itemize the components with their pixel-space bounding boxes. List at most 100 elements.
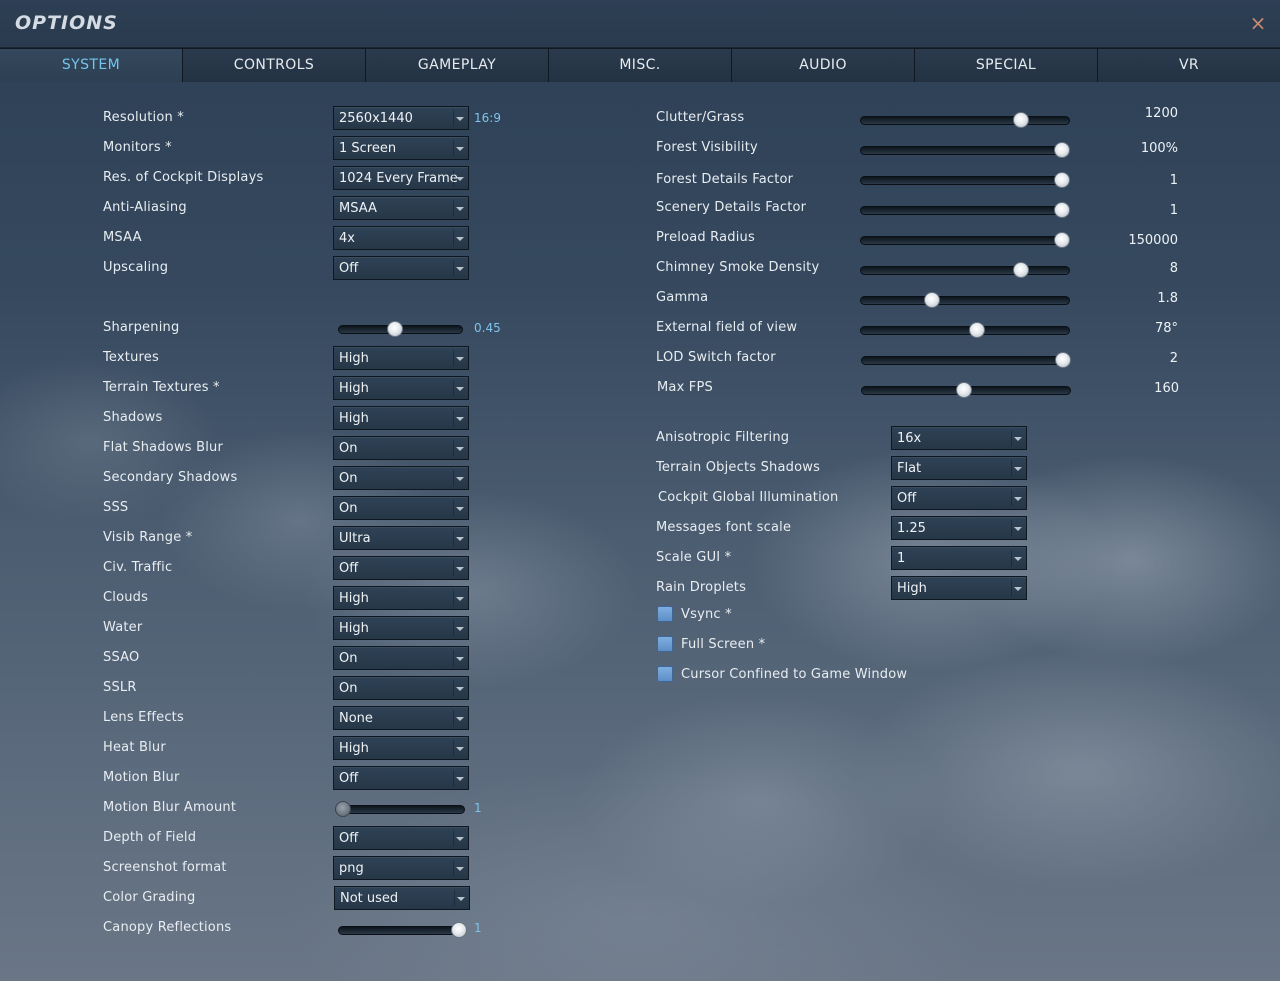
clutter-grass-slider[interactable] (860, 110, 1070, 130)
lod-switch-factor-slider[interactable] (861, 350, 1071, 370)
close-icon[interactable]: × (1248, 12, 1268, 34)
chevron-down-icon (456, 537, 464, 541)
dropdown-value: 1.25 (897, 521, 926, 536)
motion-blur-dropdown[interactable]: Off (333, 766, 469, 790)
water-dropdown[interactable]: High (333, 616, 469, 640)
motion-blur-amount-slider[interactable] (335, 799, 465, 819)
dropdown-value: High (897, 581, 927, 596)
slider-thumb[interactable] (387, 321, 404, 337)
visib-range-dropdown[interactable]: Ultra (333, 526, 469, 550)
tab-special[interactable]: SPECIAL (914, 48, 1097, 82)
forest-details-factor-slider[interactable] (860, 170, 1070, 190)
slider-thumb[interactable] (1054, 232, 1070, 248)
shadows-dropdown[interactable]: High (333, 406, 469, 430)
dropdown-value: 16x (897, 431, 922, 446)
tab-gameplay[interactable]: GAMEPLAY (365, 48, 548, 82)
motion-blur-amount-value: 1 (474, 801, 482, 815)
max-fps-slider[interactable] (861, 380, 1071, 400)
tab-vr[interactable]: VR (1097, 48, 1280, 82)
vsync-checkbox[interactable] (657, 606, 673, 622)
cursor-confined-checkbox[interactable] (657, 666, 673, 682)
slider-thumb[interactable] (1054, 142, 1070, 158)
color-grading-dropdown[interactable]: Not used (334, 886, 470, 910)
external-fov-value: 78° (1154, 321, 1178, 336)
resolution-dropdown[interactable]: 2560x1440 (333, 106, 469, 130)
anti-aliasing-dropdown[interactable]: MSAA (333, 196, 469, 220)
slider-thumb[interactable] (1055, 352, 1071, 368)
tab-controls[interactable]: CONTROLS (182, 48, 365, 82)
flat-shadows-blur-dropdown[interactable]: On (333, 436, 469, 460)
dropdown-value: 1 (897, 551, 906, 566)
flat-shadows-blur-label: Flat Shadows Blur (103, 440, 224, 455)
terrain-textures-dropdown[interactable]: High (333, 376, 469, 400)
secondary-shadows-dropdown[interactable]: On (333, 466, 469, 490)
slider-thumb[interactable] (1054, 202, 1070, 218)
dropdown-value: MSAA (339, 201, 377, 216)
sslr-dropdown[interactable]: On (333, 676, 469, 700)
external-fov-slider[interactable] (860, 320, 1070, 340)
chevron-down-icon (1014, 467, 1022, 471)
screenshot-format-dropdown[interactable]: png (333, 856, 469, 880)
msaa-dropdown[interactable]: 4x (333, 226, 469, 250)
messages-font-scale-dropdown[interactable]: 1.25 (891, 516, 1027, 540)
dropdown-value: Not used (340, 891, 399, 906)
rain-droplets-dropdown[interactable]: High (891, 576, 1027, 600)
sss-dropdown[interactable]: On (333, 496, 469, 520)
scale-gui-dropdown[interactable]: 1 (891, 546, 1027, 570)
slider-thumb[interactable] (924, 292, 941, 308)
dropdown-value: 4x (339, 231, 355, 246)
monitors-dropdown[interactable]: 1 Screen (333, 136, 469, 160)
scenery-details-factor-slider[interactable] (860, 200, 1070, 220)
preload-radius-value: 150000 (1128, 233, 1178, 248)
slider-thumb[interactable] (335, 801, 351, 817)
cockpit-displays-label: Res. of Cockpit Displays (103, 170, 264, 185)
terrain-objects-shadows-dropdown[interactable]: Flat (891, 456, 1027, 480)
lens-effects-label: Lens Effects (103, 710, 184, 725)
canopy-reflections-slider[interactable] (338, 920, 467, 940)
civ-traffic-dropdown[interactable]: Off (333, 556, 469, 580)
full-screen-checkbox[interactable] (657, 636, 673, 652)
slider-thumb[interactable] (1013, 112, 1030, 128)
cockpit-global-illumination-dropdown[interactable]: Off (891, 486, 1027, 510)
preload-radius-slider[interactable] (860, 230, 1070, 250)
max-fps-label: Max FPS (657, 380, 713, 395)
upscaling-dropdown[interactable]: Off (333, 256, 469, 280)
tab-system[interactable]: SYSTEM (0, 48, 182, 82)
depth-of-field-dropdown[interactable]: Off (333, 826, 469, 850)
chevron-down-icon (456, 147, 464, 151)
sharpening-slider[interactable] (338, 319, 463, 339)
forest-visibility-label: Forest Visibility (656, 140, 758, 155)
dropdown-value: High (339, 741, 369, 756)
preload-radius-label: Preload Radius (656, 230, 755, 245)
gamma-slider[interactable] (860, 290, 1070, 310)
visib-range-label: Visib Range * (103, 530, 193, 545)
textures-dropdown[interactable]: High (333, 346, 469, 370)
motion-blur-amount-label: Motion Blur Amount (103, 800, 237, 815)
chimney-smoke-density-label: Chimney Smoke Density (656, 260, 820, 275)
clouds-dropdown[interactable]: High (333, 586, 469, 610)
lens-effects-dropdown[interactable]: None (333, 706, 469, 730)
tab-misc[interactable]: MISC. (548, 48, 731, 82)
anisotropic-filtering-dropdown[interactable]: 16x (891, 426, 1027, 450)
forest-visibility-value: 100% (1140, 141, 1178, 156)
forest-visibility-slider[interactable] (860, 140, 1070, 160)
chimney-smoke-density-slider[interactable] (860, 260, 1070, 280)
chevron-down-icon (1014, 527, 1022, 531)
slider-thumb[interactable] (968, 322, 985, 338)
tab-audio[interactable]: AUDIO (731, 48, 914, 82)
upscaling-label: Upscaling (103, 260, 169, 275)
sss-label: SSS (103, 500, 129, 515)
slider-thumb[interactable] (451, 922, 467, 938)
cockpit-displays-dropdown[interactable]: 1024 Every Frame (333, 166, 469, 190)
chevron-down-icon (456, 177, 464, 181)
screenshot-format-label: Screenshot format (103, 860, 227, 875)
slider-thumb[interactable] (1054, 172, 1070, 188)
slider-thumb[interactable] (1013, 262, 1030, 278)
heat-blur-dropdown[interactable]: High (333, 736, 469, 760)
ssao-dropdown[interactable]: On (333, 646, 469, 670)
resolution-label: Resolution * (103, 110, 184, 125)
slider-thumb[interactable] (956, 382, 973, 398)
shadows-label: Shadows (103, 410, 163, 425)
lod-switch-factor-label: LOD Switch factor (656, 350, 776, 365)
terrain-objects-shadows-label: Terrain Objects Shadows (656, 460, 821, 475)
